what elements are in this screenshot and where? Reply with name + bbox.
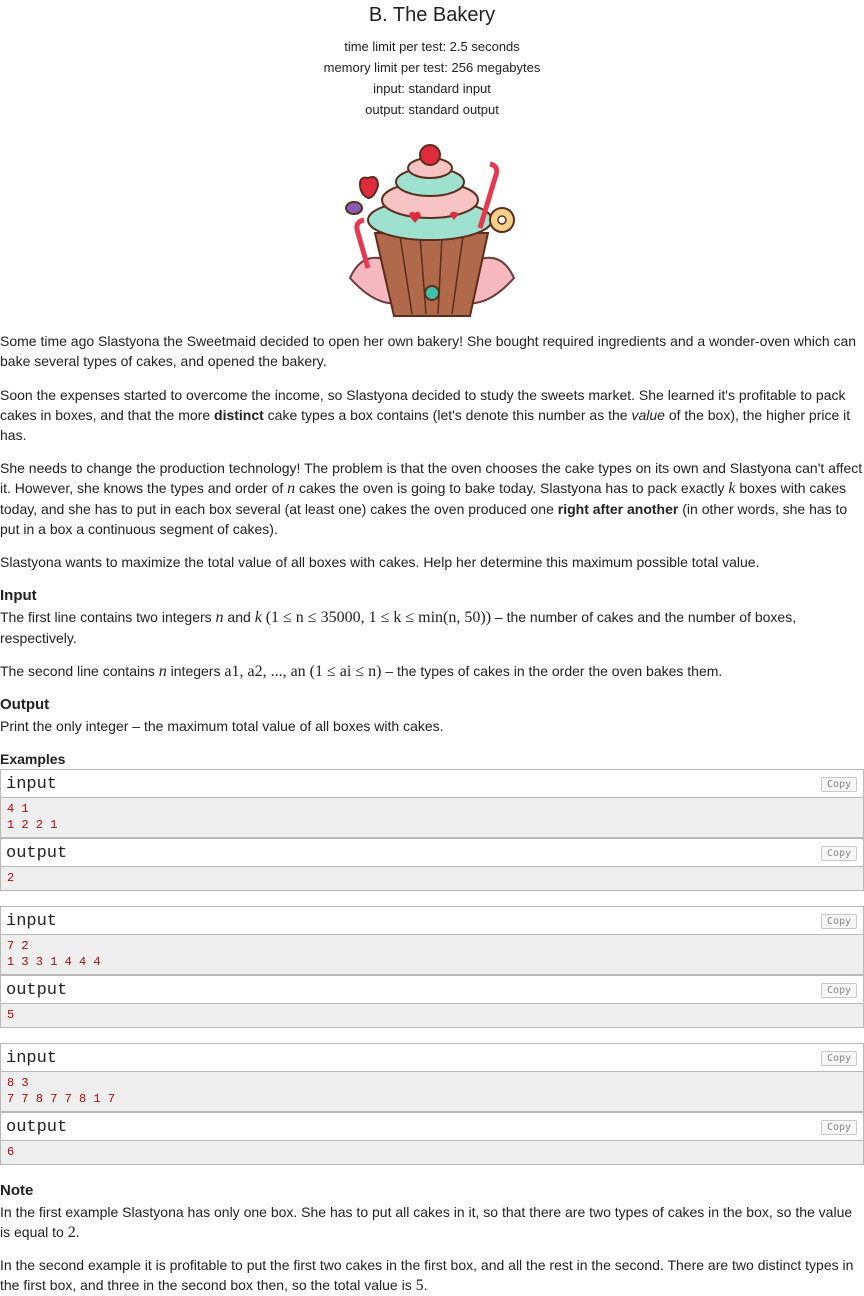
sample-input: 8 3 7 7 8 7 7 8 1 7	[0, 1072, 864, 1112]
copy-button[interactable]: Copy	[821, 983, 857, 998]
problem-header: B. The Bakery time limit per test: 2.5 s…	[0, 0, 864, 120]
sample-input-header: input Copy	[0, 769, 864, 798]
sample-output: 2	[0, 867, 864, 891]
copy-button[interactable]: Copy	[821, 1120, 857, 1135]
example-1: input Copy 4 1 1 2 2 1 output Copy 2	[0, 769, 864, 891]
sample-output-header: output Copy	[0, 838, 864, 867]
sample-input: 4 1 1 2 2 1	[0, 798, 864, 838]
example-2: input Copy 7 2 1 3 3 1 4 4 4 output Copy…	[0, 906, 864, 1028]
input-file: input: standard input	[373, 81, 491, 96]
sample-output-label: output	[6, 1118, 68, 1137]
sample-output-header: output Copy	[0, 1112, 864, 1141]
note-heading: Note	[0, 1182, 34, 1199]
statement-p1: Some time ago Slastyona the Sweetmaid de…	[0, 333, 857, 369]
copy-button[interactable]: Copy	[821, 1051, 857, 1066]
copy-button[interactable]: Copy	[821, 914, 857, 929]
sample-output: 6	[0, 1141, 864, 1165]
copy-button[interactable]: Copy	[821, 846, 857, 861]
time-limit: time limit per test: 2.5 seconds	[344, 39, 520, 54]
sample-output: 5	[0, 1004, 864, 1028]
memory-limit: memory limit per test: 256 megabytes	[323, 60, 541, 75]
statement-p2: Soon the expenses started to overcome th…	[0, 387, 851, 443]
sample-output-header: output Copy	[0, 975, 864, 1004]
sample-input-label: input	[6, 775, 58, 794]
sample-input-label: input	[6, 912, 58, 931]
input-line1: The first line contains two integers n a…	[0, 609, 797, 646]
sample-input: 7 2 1 3 3 1 4 4 4	[0, 935, 864, 975]
cupcake-illustration	[345, 144, 516, 317]
note-p2: In the second example it is profitable t…	[0, 1257, 854, 1294]
output-file: output: standard output	[365, 102, 499, 117]
examples-heading: Examples	[0, 751, 66, 767]
input-heading: Input	[0, 587, 37, 604]
sample-input-label: input	[6, 1049, 58, 1068]
sample-output-label: output	[6, 981, 68, 1000]
input-line2: The second line contains n integers a1, …	[0, 663, 723, 680]
sample-output-label: output	[6, 844, 68, 863]
problem-title: B. The Bakery	[368, 4, 496, 26]
copy-button[interactable]: Copy	[821, 777, 857, 792]
output-text: Print the only integer – the maximum tot…	[0, 718, 444, 734]
statement-p3: She needs to change the production techn…	[0, 460, 863, 537]
note-p1: In the first example Slastyona has only …	[0, 1204, 853, 1241]
example-3: input Copy 8 3 7 7 8 7 7 8 1 7 output Co…	[0, 1043, 864, 1165]
sample-input-header: input Copy	[0, 906, 864, 935]
output-heading: Output	[0, 696, 50, 713]
statement-p4: Slastyona wants to maximize the total va…	[0, 554, 760, 570]
sample-input-header: input Copy	[0, 1043, 864, 1072]
